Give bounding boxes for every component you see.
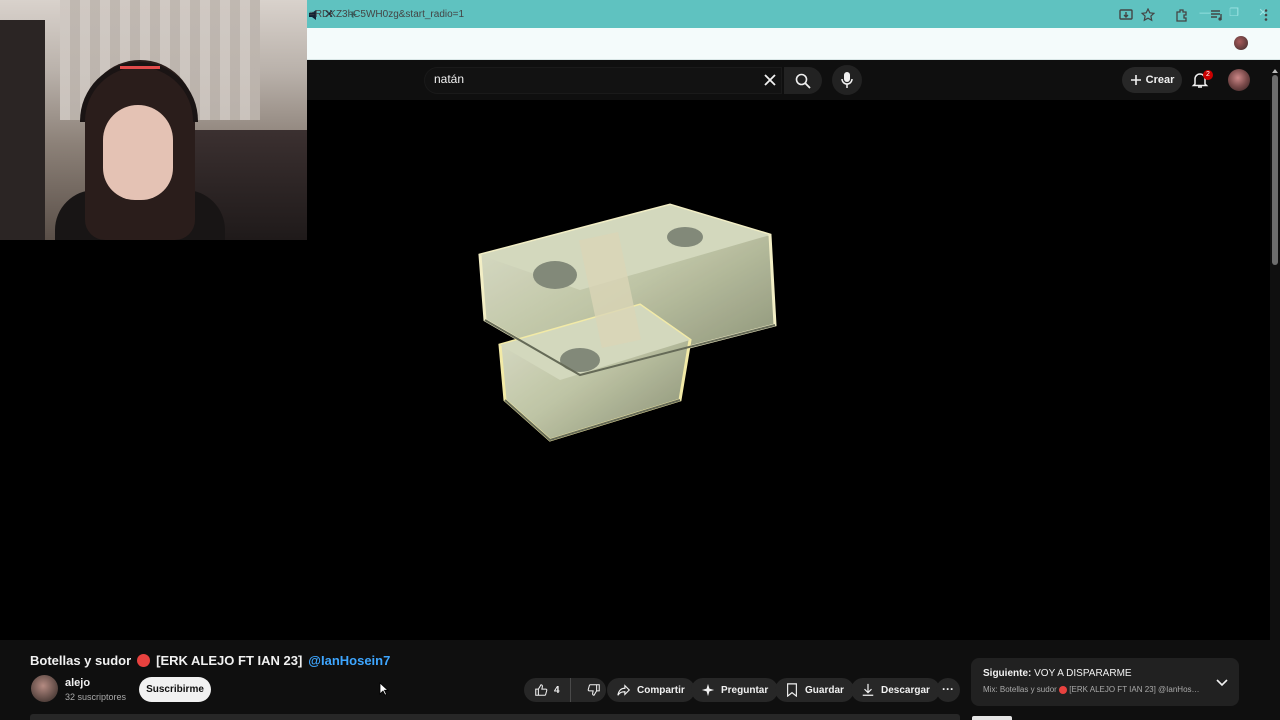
video-title: Botellas y sudor [ERK ALEJO FT IAN 23] @… xyxy=(30,650,390,670)
channel-name[interactable]: alejo xyxy=(65,677,90,689)
search-input[interactable] xyxy=(424,67,782,94)
like-count: 4 xyxy=(554,684,560,696)
chevron-down-icon[interactable] xyxy=(1215,675,1229,689)
webcam-overlay xyxy=(0,0,307,240)
mention-link[interactable]: @IanHosein7 xyxy=(308,653,390,668)
money-stack-image xyxy=(478,203,777,442)
video-title-text: Botellas y sudor xyxy=(30,652,132,668)
share-icon xyxy=(617,684,631,696)
download-button[interactable]: Descargar xyxy=(851,678,940,702)
download-icon xyxy=(862,683,874,696)
headphones-accent xyxy=(120,66,160,69)
next-up-label: Siguiente: xyxy=(983,668,1032,679)
sparkle-icon xyxy=(701,683,715,697)
more-actions-icon[interactable]: ··· xyxy=(936,678,960,702)
angry-face-emoji-icon xyxy=(1059,685,1068,694)
chip-edge xyxy=(972,716,1012,720)
browser-profile-avatar[interactable] xyxy=(1234,36,1248,50)
search-icon xyxy=(795,73,811,89)
media-control-icon[interactable] xyxy=(1210,8,1226,24)
save-button[interactable]: Guardar xyxy=(775,678,854,702)
next-up-line: Siguiente: VOY A DISPARARME xyxy=(983,668,1132,679)
mix-suffix: [ERK ALEJO FT IAN 23] @IanHosei... xyxy=(1069,685,1203,694)
notification-badge: 2 xyxy=(1203,70,1213,80)
download-label: Descargar xyxy=(881,684,930,696)
scroll-thumb[interactable] xyxy=(1272,75,1278,265)
install-app-icon[interactable] xyxy=(1119,8,1135,24)
plus-icon xyxy=(1130,75,1141,85)
next-up-mix: Mix: Botellas y sudor [ERK ALEJO FT IAN … xyxy=(983,685,1203,694)
like-button[interactable]: 4 xyxy=(524,678,571,702)
search-query[interactable]: natán xyxy=(434,72,464,86)
create-label: Crear xyxy=(1145,74,1175,86)
browser-menu-icon[interactable] xyxy=(1259,8,1275,24)
clear-search-icon[interactable] xyxy=(760,70,780,90)
bookmark-star-icon[interactable] xyxy=(1140,7,1157,24)
thumbs-down-icon xyxy=(587,684,600,696)
share-button[interactable]: Compartir xyxy=(607,678,695,702)
screen: ✕ + — ❐ ✕ =RDKZ3hC5WH0zg&start_radio=1 n… xyxy=(0,0,1280,720)
video-title-suffix: [ERK ALEJO FT IAN 23] xyxy=(156,652,303,668)
thumbs-up-icon xyxy=(535,684,548,696)
next-up-card[interactable]: Siguiente: VOY A DISPARARME Mix: Botella… xyxy=(971,658,1239,706)
mouse-cursor-icon xyxy=(379,682,389,696)
bookmark-icon xyxy=(787,683,797,697)
restore-icon[interactable]: ❐ xyxy=(1227,6,1241,20)
create-button[interactable]: Crear xyxy=(1122,67,1182,93)
ask-label: Preguntar xyxy=(721,684,769,696)
next-up-title: VOY A DISPARARME xyxy=(1034,668,1132,679)
extensions-icon[interactable] xyxy=(1175,8,1191,24)
angry-face-emoji-icon xyxy=(137,653,151,667)
save-label: Guardar xyxy=(805,684,844,696)
like-dislike-group: 4 xyxy=(524,678,606,702)
subscriber-count: 32 suscriptores xyxy=(65,692,127,702)
dislike-button[interactable] xyxy=(577,678,611,702)
url-text[interactable]: =RDKZ3hC5WH0zg&start_radio=1 xyxy=(309,9,464,20)
scroll-up-icon[interactable] xyxy=(1271,62,1279,73)
webcam-shelf xyxy=(0,20,45,240)
subscribe-button[interactable]: Suscribirme xyxy=(139,677,211,702)
search-button[interactable] xyxy=(784,67,822,94)
mix-title: Mix: Botellas y sudor xyxy=(983,685,1057,694)
channel-avatar[interactable] xyxy=(31,675,58,702)
voice-search-button[interactable] xyxy=(832,65,862,95)
account-avatar[interactable] xyxy=(1228,69,1250,91)
microphone-icon xyxy=(841,72,853,88)
share-label: Compartir xyxy=(637,684,685,696)
description-box-edge xyxy=(30,714,960,720)
ask-button[interactable]: Preguntar xyxy=(691,678,779,702)
